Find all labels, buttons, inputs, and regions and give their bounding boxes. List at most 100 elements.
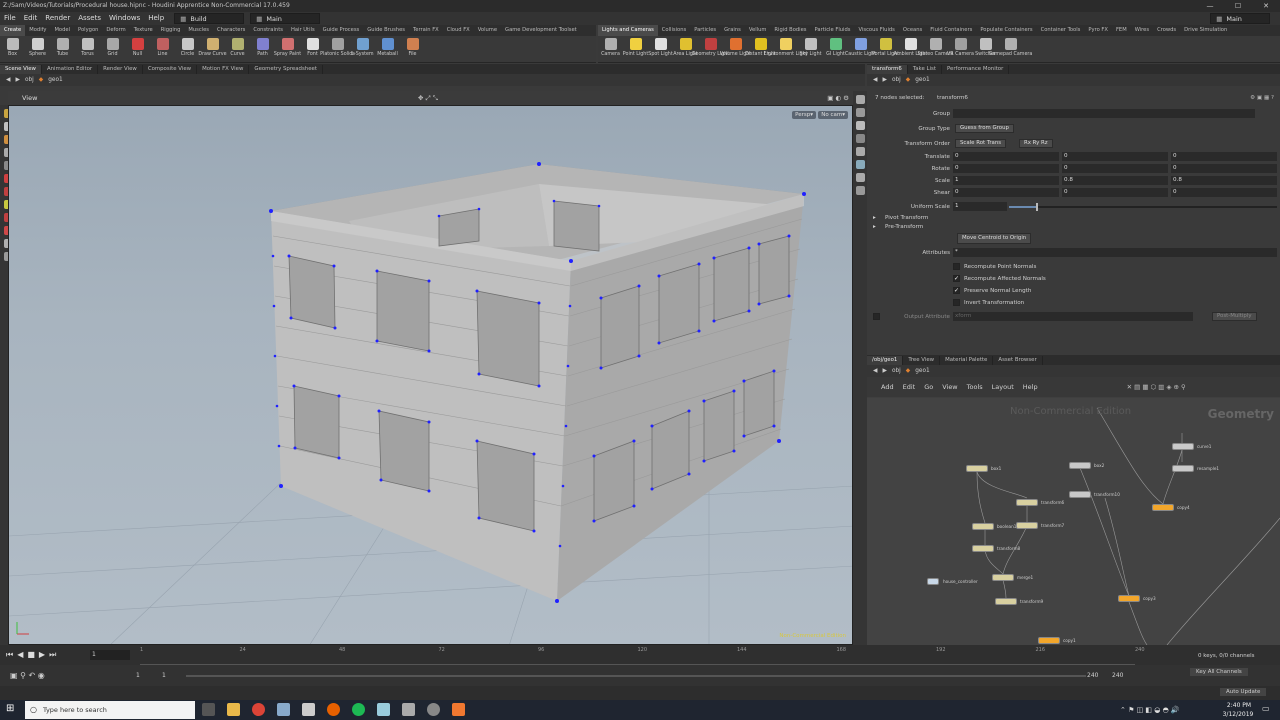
right-shelf-tool-14[interactable]: VR Camera [947,36,974,57]
network-graph[interactable]: Non-Commercial Edition Geometry box1 box… [867,398,1280,645]
left-shelf-tool-8[interactable]: Draw Curve [198,36,227,57]
path-geo1[interactable]: geo1 [915,77,929,83]
left-shelf-tab-14[interactable]: Cloud FX [443,25,474,36]
left-shelf-tool-2[interactable]: Tube [50,36,75,57]
tab-material-palette[interactable]: Material Palette [940,356,994,365]
range-start-field-2[interactable]: 1 [162,672,166,679]
ghost-icon[interactable] [856,173,865,182]
step-back-icon[interactable]: ◀ [17,650,23,660]
tab-animation-editor[interactable]: Animation Editor [42,65,99,74]
left-shelf-tab-5[interactable]: Texture [130,25,157,36]
back-arrow-icon[interactable]: ◀ [6,77,10,83]
left-shelf-tool-16[interactable]: File [400,36,425,57]
app-icon[interactable] [302,703,315,716]
path-obj[interactable]: obj [892,368,901,374]
timeline-ruler[interactable]: 1 24 48 72 96 120 144 168 192 216 240 [140,645,1145,665]
left-shelf-tab-13[interactable]: Terrain FX [409,25,443,36]
left-shelf-tool-3[interactable]: Torus [75,36,100,57]
rotate-x-field[interactable]: 0 [953,164,1059,173]
preserve-normal-length-checkbox[interactable]: ✓ [953,287,960,294]
menu-help[interactable]: Help [144,12,168,25]
tab-parameters[interactable]: transform6 [867,65,908,74]
range-start-field[interactable]: 1 [136,672,140,679]
output-attribute-field[interactable]: xform [953,312,1193,321]
taskbar-search[interactable]: ○ Type here to search [25,701,195,719]
tab-motion-fx-view[interactable]: Motion FX View [197,65,250,74]
uniform-scale-handle[interactable] [1035,203,1038,211]
tab-geometry-spreadsheet[interactable]: Geometry Spreadsheet [249,65,323,74]
left-shelf-tool-6[interactable]: Line [150,36,175,57]
auto-update-menu[interactable]: Auto Update [1220,688,1267,696]
right-shelf-tab-9[interactable]: Fluid Containers [926,25,976,36]
scale-x-field[interactable]: 1 [953,176,1059,185]
shear-y-field[interactable]: 0 [1062,188,1168,197]
houdini-icon[interactable] [452,703,465,716]
stop-icon[interactable]: ■ [27,650,35,660]
rotate-y-field[interactable]: 0 [1062,164,1168,173]
left-shelf-tab-2[interactable]: Model [50,25,74,36]
tab-performance-monitor[interactable]: Performance Monitor [942,65,1010,74]
menu-edit[interactable]: Edit [20,12,42,25]
tab-network[interactable]: /obj/geo1 [867,356,904,365]
menu-render[interactable]: Render [41,12,74,25]
back-arrow-icon[interactable]: ◀ [873,368,877,374]
left-shelf-tab-12[interactable]: Guide Brushes [363,25,409,36]
left-shelf-tab-16[interactable]: Game Development Toolset [501,25,581,36]
grid-display-icon[interactable] [856,186,865,195]
notification-icon[interactable]: ▭ [1262,704,1270,713]
jump-end-icon[interactable]: ⏭ [49,650,56,660]
shading-icon[interactable] [856,121,865,130]
left-shelf-tab-15[interactable]: Volume [474,25,501,36]
output-attribute-checkbox[interactable] [873,313,880,320]
current-frame-field[interactable]: 1 [90,650,130,660]
translate-z-field[interactable]: 0 [1171,152,1277,161]
tab-scene-view[interactable]: Scene View [0,65,42,74]
transform-order-menu[interactable]: Scale Rot Trans [955,139,1007,148]
left-shelf-tool-0[interactable]: Box [0,36,25,57]
right-shelf-tab-5[interactable]: Rigid Bodies [770,25,810,36]
translate-y-field[interactable]: 0 [1062,152,1168,161]
left-shelf-tool-1[interactable]: Sphere [25,36,50,57]
left-shelf-tab-11[interactable]: Guide Process [319,25,364,36]
system-tray-icons[interactable]: ⌃ ⚑ ◫ ◧ ◒ ◓ 🔊 [1120,706,1180,714]
left-shelf-tool-15[interactable]: Metaball [375,36,400,57]
left-shelf-tab-6[interactable]: Rigging [157,25,185,36]
forward-arrow-icon[interactable]: ▶ [15,77,19,83]
right-shelf-tab-0[interactable]: Lights and Cameras [598,25,658,36]
forward-arrow-icon[interactable]: ▶ [882,77,886,83]
group-field[interactable] [953,109,1255,118]
network-menu-help[interactable]: Help [1023,383,1038,391]
right-shelf-tab-11[interactable]: Container Tools [1037,25,1085,36]
range-end-field-2[interactable]: 240 [1112,672,1123,679]
recompute-affected-normals-checkbox[interactable]: ✓ [953,275,960,282]
left-shelf-tab-1[interactable]: Modify [25,25,50,36]
path-obj[interactable]: obj [25,77,34,83]
network-menu-edit[interactable]: Edit [903,383,916,391]
app-icon[interactable] [427,703,440,716]
left-shelf-tool-11[interactable]: Spray Paint [274,36,301,57]
normals-display-icon[interactable] [856,160,865,169]
desktop-selector[interactable]: ▦ Build [174,13,245,24]
right-shelf-tool-10[interactable]: Caustic Light [845,36,876,57]
group-type-menu[interactable]: Guess from Group [955,124,1014,133]
move-centroid-button[interactable]: Move Centroid to Origin [957,233,1032,244]
right-shelf-tab-8[interactable]: Oceans [899,25,926,36]
network-toolbar-icons[interactable]: ✕ ▤ ▦ ⬡ ▥ ◈ ⊕ ⚲ [1127,383,1186,391]
right-shelf-tab-12[interactable]: Pyro FX [1084,25,1112,36]
right-shelf-tool-16[interactable]: Gamepad Camera [989,36,1032,57]
menu-file[interactable]: File [0,12,20,25]
right-desktop-selector[interactable]: ▦ Main [1210,13,1271,24]
scale-z-field[interactable]: 0.8 [1171,176,1277,185]
left-shelf-tool-5[interactable]: Null [125,36,150,57]
forward-arrow-icon[interactable]: ▶ [882,368,886,374]
right-shelf-tab-13[interactable]: FEM [1112,25,1131,36]
translate-x-field[interactable]: 0 [953,152,1059,161]
left-shelf-tab-8[interactable]: Characters [213,25,249,36]
rotate-z-field[interactable]: 0 [1171,164,1277,173]
output-mode-menu[interactable]: Post-Multiply [1212,312,1257,321]
right-shelf-tool-13[interactable]: Stereo Camera [918,36,954,57]
left-shelf-tool-14[interactable]: L-System [350,36,375,57]
maximize-button[interactable]: ☐ [1224,0,1252,12]
network-menu-layout[interactable]: Layout [992,383,1014,391]
path-geo1[interactable]: geo1 [48,77,62,83]
